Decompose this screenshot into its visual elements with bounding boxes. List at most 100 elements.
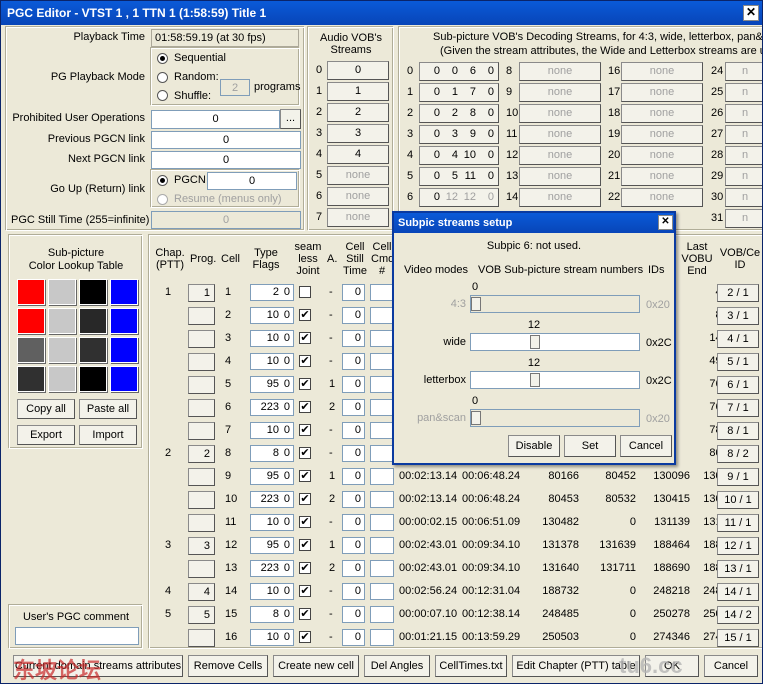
cell-still-input[interactable]: 0 (342, 606, 365, 623)
audio-stream-button[interactable]: 4 (327, 145, 389, 164)
seamless-checkbox[interactable]: ✔ (299, 309, 311, 321)
import-button[interactable]: Import (79, 425, 137, 445)
dialog-set-button[interactable]: Set (564, 435, 616, 457)
seamless-checkbox[interactable]: ✔ (299, 355, 311, 367)
previous-pgcn-input[interactable]: 0 (151, 131, 301, 149)
subpic-stream-button[interactable]: n (725, 167, 762, 186)
export-button[interactable]: Export (17, 425, 75, 445)
vob-cell-id-button[interactable]: 8 / 1 (717, 422, 759, 440)
pgcn-radio[interactable] (157, 175, 168, 186)
cell-still-input[interactable]: 0 (342, 537, 365, 554)
slider-thumb[interactable] (471, 411, 481, 425)
subpic-stream-values[interactable]: 0 5 11 0 (419, 167, 499, 186)
stream-number-slider[interactable] (470, 333, 640, 351)
clut-color-swatch[interactable] (17, 308, 45, 334)
subpic-stream-button[interactable]: none (621, 167, 703, 186)
vob-cell-id-button[interactable]: 13 / 1 (717, 560, 759, 578)
slider-thumb[interactable] (530, 373, 540, 387)
vob-cell-id-button[interactable]: 10 / 1 (717, 491, 759, 509)
subpic-stream-button[interactable]: none (621, 104, 703, 123)
cell-cmd-input[interactable] (370, 284, 394, 301)
dialog-disable-button[interactable]: Disable (508, 435, 560, 457)
subpic-stream-button[interactable]: n (725, 62, 762, 81)
subpic-stream-button[interactable]: none (519, 146, 601, 165)
subpic-stream-values[interactable]: 0390 (419, 125, 499, 144)
seamless-checkbox[interactable]: ✔ (299, 562, 311, 574)
vob-cell-id-button[interactable]: 14 / 2 (717, 606, 759, 624)
prog-button[interactable] (188, 468, 215, 486)
audio-stream-button[interactable]: none (327, 166, 389, 185)
subpic-stream-button[interactable]: none (621, 83, 703, 102)
seamless-checkbox[interactable] (299, 286, 311, 298)
cell-still-input[interactable]: 0 (342, 491, 365, 508)
subpic-stream-button[interactable]: n (725, 125, 762, 144)
clut-color-swatch[interactable] (17, 366, 45, 392)
del-angles-button[interactable]: Del Angles (364, 655, 430, 677)
type-flags-input[interactable]: 95 0 (250, 376, 294, 393)
subpic-stream-button[interactable]: n (725, 146, 762, 165)
type-flags-input[interactable]: 10 0 (250, 629, 294, 646)
subpic-stream-button[interactable]: none (519, 125, 601, 144)
type-flags-input[interactable]: 10 0 (250, 514, 294, 531)
prog-button[interactable]: 5 (188, 606, 215, 624)
vob-cell-id-button[interactable]: 4 / 1 (717, 330, 759, 348)
random-radio[interactable] (157, 72, 168, 83)
cell-cmd-input[interactable] (370, 560, 394, 577)
cell-still-input[interactable]: 0 (342, 629, 365, 646)
audio-stream-button[interactable]: 1 (327, 82, 389, 101)
clut-color-swatch[interactable] (110, 279, 138, 305)
cell-still-input[interactable]: 0 (342, 422, 365, 439)
prog-button[interactable] (188, 629, 215, 647)
seamless-checkbox[interactable]: ✔ (299, 608, 311, 620)
cell-cmd-input[interactable] (370, 583, 394, 600)
audio-stream-button[interactable]: 2 (327, 103, 389, 122)
seamless-checkbox[interactable]: ✔ (299, 332, 311, 344)
stream-number-slider[interactable] (470, 371, 640, 389)
clut-color-swatch[interactable] (17, 337, 45, 363)
prog-button[interactable] (188, 514, 215, 532)
cell-still-input[interactable]: 0 (342, 514, 365, 531)
pgc-still-time-input[interactable]: 0 (151, 211, 301, 229)
prog-button[interactable] (188, 353, 215, 371)
prog-button[interactable]: 3 (188, 537, 215, 555)
seamless-checkbox[interactable]: ✔ (299, 424, 311, 436)
cell-still-input[interactable]: 0 (342, 353, 365, 370)
clut-color-swatch[interactable] (79, 337, 107, 363)
prog-button[interactable] (188, 491, 215, 509)
slider-thumb[interactable] (530, 335, 540, 349)
type-flags-input[interactable]: 223 0 (250, 491, 294, 508)
subpic-stream-button[interactable]: none (519, 104, 601, 123)
stream-number-slider[interactable] (470, 409, 640, 427)
seamless-checkbox[interactable]: ✔ (299, 493, 311, 505)
type-flags-input[interactable]: 10 0 (250, 583, 294, 600)
prog-button[interactable] (188, 330, 215, 348)
create-new-cell-button[interactable]: Create new cell (273, 655, 359, 677)
type-flags-input[interactable]: 95 0 (250, 468, 294, 485)
type-flags-input[interactable]: 10 0 (250, 307, 294, 324)
cell-cmd-input[interactable] (370, 491, 394, 508)
vob-cell-id-button[interactable]: 3 / 1 (717, 307, 759, 325)
cell-cmd-input[interactable] (370, 422, 394, 439)
seamless-checkbox[interactable]: ✔ (299, 516, 311, 528)
pgc-comment-input[interactable] (15, 627, 139, 645)
vob-cell-id-button[interactable]: 14 / 1 (717, 583, 759, 601)
vob-cell-id-button[interactable]: 9 / 1 (717, 468, 759, 486)
type-flags-input[interactable]: 10 0 (250, 353, 294, 370)
cell-still-input[interactable]: 0 (342, 445, 365, 462)
next-pgcn-input[interactable]: 0 (151, 151, 301, 169)
cell-still-input[interactable]: 0 (342, 307, 365, 324)
seamless-checkbox[interactable]: ✔ (299, 470, 311, 482)
pgcn-input[interactable]: 0 (207, 172, 297, 190)
subpic-stream-button[interactable]: none (519, 167, 601, 186)
clut-color-swatch[interactable] (110, 308, 138, 334)
vob-cell-id-button[interactable]: 2 / 1 (717, 284, 759, 302)
type-flags-input[interactable]: 223 0 (250, 560, 294, 577)
subpic-stream-values[interactable]: 0 4 10 0 (419, 146, 499, 165)
prog-button[interactable]: 4 (188, 583, 215, 601)
vob-cell-id-button[interactable]: 15 / 1 (717, 629, 759, 647)
cell-cmd-input[interactable] (370, 330, 394, 347)
vob-cell-id-button[interactable]: 8 / 2 (717, 445, 759, 463)
clut-color-swatch[interactable] (48, 308, 76, 334)
type-flags-input[interactable]: 80 (250, 445, 294, 462)
seamless-checkbox[interactable]: ✔ (299, 447, 311, 459)
